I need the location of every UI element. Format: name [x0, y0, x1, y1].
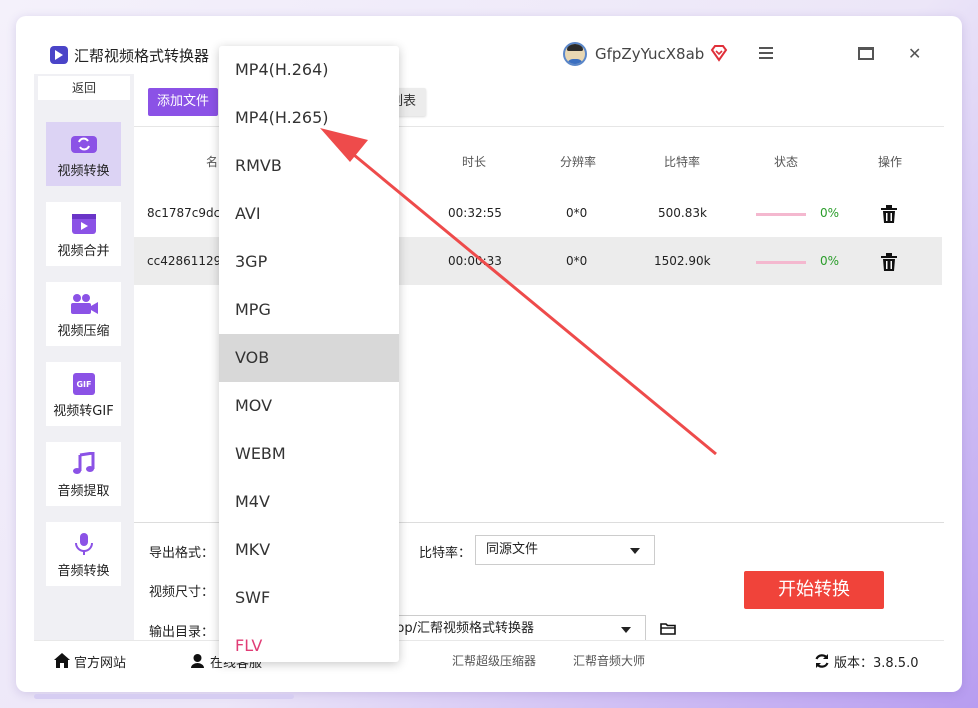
progress-bar	[756, 261, 806, 264]
header-name: 名	[206, 155, 219, 169]
video-size-label: 视频尺寸：	[149, 585, 215, 600]
format-option[interactable]: 3GP	[219, 238, 399, 286]
sidebar-item-audio-convert[interactable]: 音频转换	[46, 522, 121, 586]
format-option[interactable]: AVI	[219, 190, 399, 238]
support-agent-icon	[191, 654, 204, 668]
add-file-button[interactable]: 添加文件	[148, 88, 218, 116]
sidebar-item-label: 视频压缩	[57, 324, 110, 339]
sidebar-item-audio-extract[interactable]: 音频提取	[46, 442, 121, 506]
refresh-icon[interactable]	[814, 653, 830, 669]
folder-icon[interactable]	[660, 622, 676, 635]
progress-percent: 0%	[820, 206, 840, 220]
home-icon	[54, 653, 70, 668]
file-resolution: 0*0	[566, 206, 588, 220]
sidebar-item-label: 视频转换	[57, 164, 110, 179]
microphone-icon	[74, 533, 93, 555]
header-bitrate: 比特率	[664, 155, 701, 169]
video-convert-icon	[70, 136, 97, 153]
svg-text:GIF: GIF	[76, 380, 91, 389]
sidebar-item-label: 视频转GIF	[53, 404, 114, 419]
output-dir-value: sktop/汇帮视频格式转换器	[377, 621, 534, 636]
status-bar: 官方网站 在线客服 汇帮超级压缩器 汇帮音频大师 版本：3.8.5.0	[34, 640, 944, 678]
progress-percent: 0%	[820, 254, 840, 268]
bitrate-value: 同源文件	[486, 542, 539, 557]
video-merge-icon	[71, 214, 96, 234]
maximize-icon[interactable]	[858, 47, 874, 60]
header-action: 操作	[878, 155, 903, 169]
start-convert-button[interactable]: 开始转换	[744, 571, 884, 609]
output-format-label: 导出格式：	[149, 546, 215, 561]
sidebar-item-video-gif[interactable]: GIF 视频转GIF	[46, 362, 121, 426]
output-dir-label: 输出目录：	[149, 625, 215, 640]
format-option[interactable]: MP4(H.265)	[219, 94, 399, 142]
file-resolution: 0*0	[566, 254, 588, 268]
close-icon[interactable]: ✕	[908, 44, 921, 63]
file-name: 8c1787c9dca	[147, 206, 228, 220]
audio-master-link[interactable]: 汇帮音频大师	[573, 652, 645, 669]
format-option[interactable]: MP4(H.264)	[219, 46, 399, 94]
vip-diamond-icon[interactable]	[709, 43, 729, 63]
file-duration: 00:00:33	[448, 254, 502, 268]
back-button[interactable]: 返回	[38, 76, 130, 100]
app-logo-icon	[50, 46, 68, 64]
file-duration: 00:32:55	[448, 206, 502, 220]
taskbar-indicator	[34, 694, 294, 699]
sidebar: 返回 视频转换 视频合并 视频压缩 GIF 视频转GIF 音频提取 音频转换	[34, 74, 134, 640]
version-label: 版本：3.8.5.0	[834, 656, 919, 671]
app-title: 汇帮视频格式转换器	[74, 47, 210, 65]
file-bitrate: 1502.90k	[654, 254, 711, 268]
sidebar-item-video-merge[interactable]: 视频合并	[46, 202, 121, 266]
music-note-icon	[72, 452, 94, 474]
trash-icon[interactable]	[881, 253, 897, 271]
video-compress-icon	[70, 294, 98, 314]
progress-bar	[756, 213, 806, 216]
gif-icon: GIF	[72, 373, 95, 395]
bitrate-label: 比特率：	[419, 546, 472, 561]
official-website-link[interactable]: 官方网站	[74, 652, 126, 671]
menu-icon[interactable]	[759, 47, 773, 59]
sidebar-item-label: 音频转换	[57, 564, 110, 579]
trash-icon[interactable]	[881, 205, 897, 223]
format-option[interactable]: SWF	[219, 574, 399, 622]
username[interactable]: GfpZyYucX8ab	[595, 45, 704, 63]
bitrate-select[interactable]: 同源文件	[475, 535, 655, 565]
output-dir-select[interactable]: sktop/汇帮视频格式转换器	[374, 615, 646, 643]
format-option[interactable]: WEBM	[219, 430, 399, 478]
sidebar-item-video-convert[interactable]: 视频转换	[46, 122, 121, 186]
format-option[interactable]: MPG	[219, 286, 399, 334]
header-status: 状态	[774, 155, 799, 169]
sidebar-item-video-compress[interactable]: 视频压缩	[46, 282, 121, 346]
chevron-down-icon	[621, 627, 631, 633]
format-option[interactable]: M4V	[219, 478, 399, 526]
file-bitrate: 500.83k	[658, 206, 707, 220]
format-option[interactable]: FLV	[219, 622, 399, 662]
app-window: 汇帮视频格式转换器 GfpZyYucX8ab ✕ 返回 视频转换 视频合并 视频…	[16, 16, 962, 692]
sidebar-item-label: 视频合并	[57, 244, 110, 259]
format-option-selected[interactable]: VOB	[219, 334, 399, 382]
format-option[interactable]: MKV	[219, 526, 399, 574]
header-duration: 时长	[462, 155, 487, 169]
sidebar-item-label: 音频提取	[57, 484, 110, 499]
compressor-link[interactable]: 汇帮超级压缩器	[452, 652, 536, 669]
file-name: cc42861129	[147, 254, 222, 268]
chevron-down-icon	[630, 548, 640, 554]
format-option[interactable]: MOV	[219, 382, 399, 430]
format-dropdown[interactable]: MP4(H.264) MP4(H.265) RMVB AVI 3GP MPG V…	[219, 46, 399, 662]
user-avatar[interactable]	[563, 42, 587, 66]
header-resolution: 分辨率	[560, 155, 597, 169]
format-option[interactable]: RMVB	[219, 142, 399, 190]
title-bar: 汇帮视频格式转换器 GfpZyYucX8ab ✕	[16, 16, 962, 74]
